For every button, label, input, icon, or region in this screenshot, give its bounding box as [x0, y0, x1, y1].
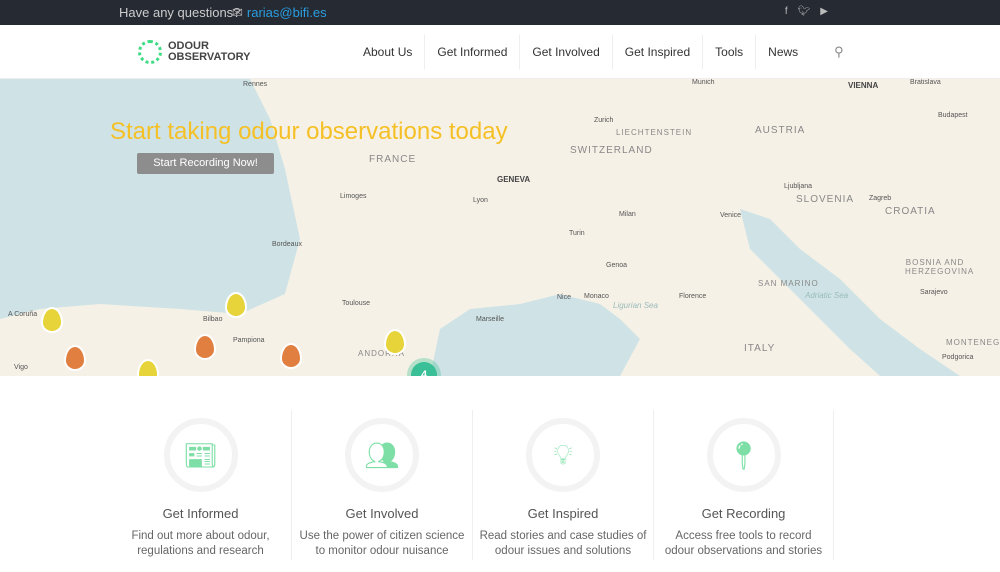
map-label: VIENNA	[848, 81, 879, 90]
logo-ring-icon	[138, 40, 162, 64]
top-bar: Have any questions? ✉ rarias@bifi.es f 🐦︎…	[0, 0, 1000, 25]
nav-tools[interactable]: Tools	[703, 35, 757, 69]
map-label: Zagreb	[869, 195, 892, 202]
map-label: Sarajevo	[920, 289, 948, 296]
map-label: Monaco	[584, 293, 609, 300]
map-label: Vigo	[14, 364, 28, 371]
features-row: 📰︎ Get Informed Find out more about odou…	[110, 410, 834, 560]
map-label: GENEVA	[497, 175, 531, 184]
map-label: Budapest	[938, 112, 968, 119]
newspaper-icon: 📰︎	[163, 418, 238, 492]
feature-get-involved[interactable]: 👥︎ Get Involved Use the power of citizen…	[291, 410, 472, 560]
feature-text: Read stories and case studies of odour is…	[479, 530, 647, 557]
feature-title: Get Involved	[345, 506, 419, 521]
feature-text: Access free tools to record odour observa…	[664, 530, 823, 557]
observation-pin[interactable]	[384, 329, 406, 355]
logo-text: OBSERVATORY	[168, 51, 251, 63]
map-label: SAN MARINO	[758, 279, 819, 288]
map-label: Ljubljana	[784, 183, 813, 190]
envelope-icon: ✉	[232, 5, 243, 20]
map-label: SLOVENIA	[796, 194, 855, 205]
map-label: SWITZERLAND	[570, 145, 653, 156]
email-link[interactable]: ✉ rarias@bifi.es	[232, 5, 327, 21]
map-label: BOSNIA AND HERZEGOVINA	[905, 258, 975, 276]
observation-pin[interactable]	[41, 307, 63, 333]
map-label: Pampiona	[233, 337, 265, 344]
map-label: LIECHTENSTEIN	[616, 128, 693, 137]
hero-title: Start taking odour observations today	[110, 118, 508, 145]
feature-text: Find out more about odour, regulations an…	[131, 530, 270, 557]
nav-get-informed[interactable]: Get Informed	[425, 35, 521, 69]
map-label: Bordeaux	[272, 241, 302, 248]
feature-title: Get Recording	[701, 506, 786, 521]
map-label: Lyon	[473, 197, 488, 204]
observation-pin[interactable]	[225, 292, 247, 318]
search-icon[interactable]: ⚲	[834, 44, 844, 60]
observation-pin[interactable]	[64, 345, 86, 371]
nav-news[interactable]: News	[756, 35, 810, 69]
map-label: Florence	[679, 293, 707, 300]
map-label: Marseille	[476, 316, 505, 323]
map-label: Milan	[619, 211, 636, 218]
map-label: Zurich	[594, 117, 614, 124]
twitter-icon[interactable]: 🐦︎	[798, 6, 811, 17]
questions-text: Have any questions?	[119, 5, 241, 20]
nav-about-us[interactable]: About Us	[351, 35, 426, 69]
map-label: Genoa	[606, 262, 628, 269]
map-label: Limoges	[340, 193, 367, 200]
site-header: ODOUR OBSERVATORY About Us Get Informed G…	[0, 25, 1000, 79]
observation-pin[interactable]	[280, 343, 302, 369]
nav-get-involved[interactable]: Get Involved	[520, 35, 613, 69]
map-label: Munich	[692, 79, 715, 86]
map-label: CROATIA	[885, 206, 936, 217]
users-icon: 👥︎	[345, 418, 419, 492]
map-label: Bratislava	[910, 79, 941, 86]
map-label: Nice	[557, 294, 572, 301]
youtube-icon[interactable]: ▶	[820, 6, 828, 17]
start-recording-button[interactable]: Start Recording Now!	[137, 153, 274, 174]
social-links: f 🐦︎ ▶	[785, 6, 828, 17]
map-label: Bilbao	[203, 316, 223, 323]
feature-get-recording[interactable]: 📍︎ Get Recording Access free tools to re…	[653, 410, 834, 560]
feature-get-informed[interactable]: 📰︎ Get Informed Find out more about odou…	[110, 410, 291, 560]
map-label: Toulouse	[342, 300, 371, 307]
map-pin-icon: 📍︎	[706, 418, 781, 492]
main-nav: About Us Get Informed Get Involved Get I…	[351, 35, 844, 69]
map-label: Turin	[569, 230, 585, 237]
logo[interactable]: ODOUR OBSERVATORY	[138, 40, 251, 64]
feature-text: Use the power of citizen science to monit…	[299, 530, 465, 557]
map-label: AUSTRIA	[755, 125, 806, 136]
map-label: MONTENEG	[946, 338, 1000, 347]
map-label: A Coruña	[8, 311, 38, 318]
map-label: ITALY	[744, 343, 776, 354]
observation-pin[interactable]	[194, 334, 216, 360]
facebook-icon[interactable]: f	[785, 6, 788, 17]
map-label: FRANCE	[369, 154, 417, 165]
map-label: Adriatic Sea	[805, 291, 849, 300]
map-label: Venice	[720, 212, 742, 219]
feature-get-inspired[interactable]: 💡︎ Get Inspired Read stories and case st…	[472, 410, 653, 560]
feature-title: Get Inspired	[527, 506, 599, 521]
observation-map[interactable]: Rennes Munich VIENNA Bratislava Zurich L…	[0, 79, 1000, 376]
map-label: Podgorica	[942, 354, 974, 361]
lightbulb-icon: 💡︎	[526, 418, 600, 492]
map-label: Ligurian Sea	[613, 301, 658, 310]
nav-get-inspired[interactable]: Get Inspired	[613, 35, 704, 69]
feature-title: Get Informed	[162, 506, 239, 521]
map-label: Rennes	[243, 81, 268, 88]
